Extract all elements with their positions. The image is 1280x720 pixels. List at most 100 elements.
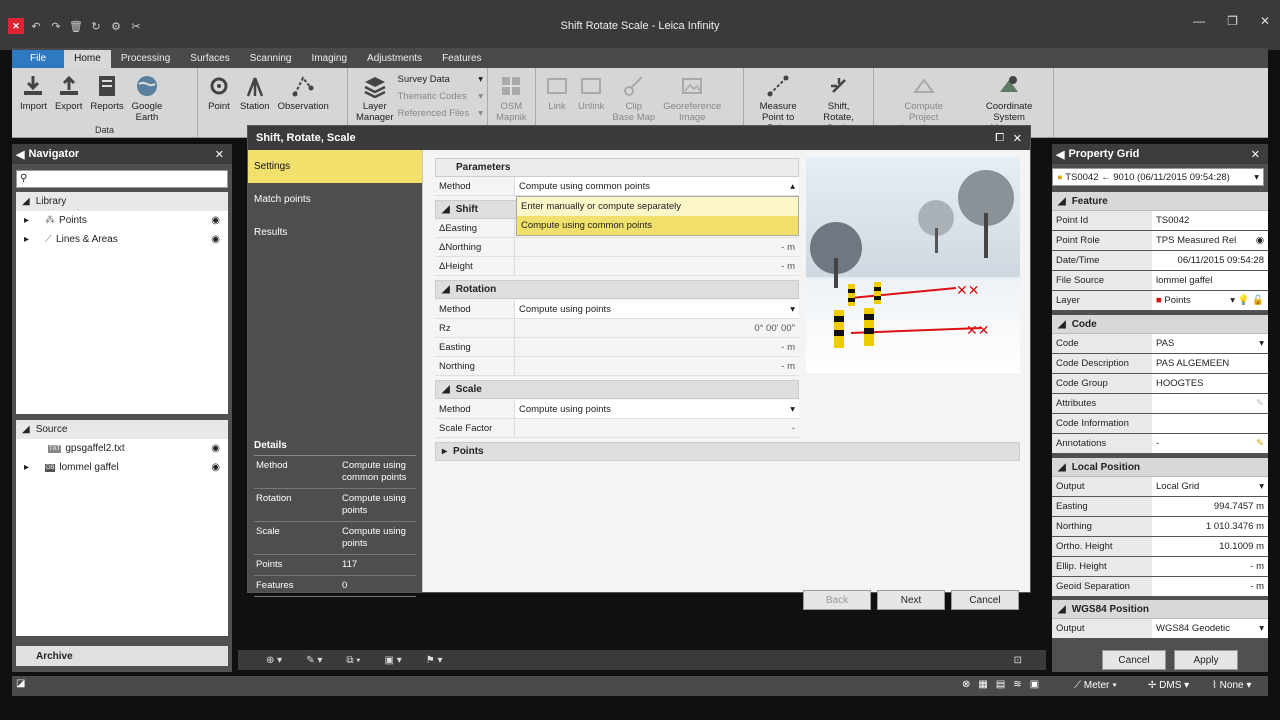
tab-surfaces[interactable]: Surfaces <box>180 50 239 68</box>
step-match-points[interactable]: Match points <box>248 183 422 216</box>
chevron-down-icon: ▾ <box>1259 481 1264 492</box>
redo-icon[interactable]: ↷ <box>48 18 64 34</box>
layers-icon[interactable]: ≋ <box>1013 679 1021 690</box>
tab-scanning[interactable]: Scanning <box>240 50 302 68</box>
tab-processing[interactable]: Processing <box>111 50 180 68</box>
prop-row: Point Role TPS Measured Rel ◉ <box>1052 231 1268 251</box>
parameters-section: Parameters <box>435 158 799 177</box>
rotation-section[interactable]: ◢ Rotation <box>435 280 799 299</box>
step-settings[interactable]: Settings <box>248 150 422 183</box>
globe-tool-icon[interactable]: ⊕ ▾ <box>266 655 282 666</box>
tools-icon[interactable]: ✂ <box>128 18 144 34</box>
scale-method-row: Method Compute using points ▾ <box>435 400 799 419</box>
tab-file[interactable]: File <box>12 50 65 68</box>
library-item-points[interactable]: ▸ ⁂ Points ◉ <box>16 211 228 230</box>
restore-icon[interactable]: ⧠ <box>995 132 1004 145</box>
rotation-method-select[interactable]: Compute using points ▾ <box>515 300 799 318</box>
feature-section-header[interactable]: ◢ Feature <box>1052 192 1268 211</box>
close-icon[interactable]: ✕ <box>1260 14 1270 28</box>
archive-section[interactable]: Archive <box>16 646 228 666</box>
survey-poles-illustration: ✕✕ ✕✕ <box>810 170 1014 348</box>
angle-unit-selector[interactable]: ✢ DMS ▾ <box>1148 680 1189 691</box>
collapse-arrow-icon: ◢ <box>22 424 30 435</box>
navigator-search-input[interactable]: ⚲ <box>16 170 228 188</box>
expand-arrow-icon: ▸ <box>24 234 30 245</box>
detail-row: Scale Compute using points <box>254 522 416 555</box>
frame-icon[interactable]: ▣ <box>1030 679 1039 690</box>
unit-selector[interactable]: ⟋ Meter ▾ <box>1074 680 1117 691</box>
method-select[interactable]: Compute using common points ▴ <box>515 177 799 195</box>
table-icon[interactable]: ▤ <box>996 679 1005 690</box>
close-panel-icon[interactable]: ✕ <box>215 148 224 161</box>
thematic-codes-dropdown[interactable]: Thematic Codes ▾ <box>398 91 484 102</box>
next-button[interactable]: Next <box>877 590 945 610</box>
lock-icon[interactable]: 🔓 <box>1252 295 1264 306</box>
source-item-gpsgaffel2[interactable]: TXT gpsgaffel2.txt ◉ <box>16 439 228 458</box>
visibility-eye-icon[interactable]: ◉ <box>211 462 220 473</box>
fit-view-icon[interactable]: ⊡ <box>1014 655 1022 666</box>
chevron-down-icon: ▾ <box>790 403 795 415</box>
chevron-up-icon: ▴ <box>790 180 795 192</box>
survey-data-dropdown[interactable]: Survey Data ▾ <box>398 74 484 85</box>
property-grid-panel: ◀ Property Grid ✕ ● TS0042 ← 9010 (06/11… <box>1052 144 1268 672</box>
library-header[interactable]: ◢ Library <box>16 192 228 211</box>
step-results[interactable]: Results <box>248 216 422 249</box>
feature-section: ◢ Feature Point Id TS0042 Point Role TPS Me… <box>1052 192 1268 311</box>
shift-height-row: ΔHeight - m <box>435 257 799 276</box>
cancel-button[interactable]: Cancel <box>951 590 1019 610</box>
layers-tool-icon[interactable]: ⧉ ▾ <box>346 655 360 666</box>
option-common-points[interactable]: Compute using common points <box>517 216 798 235</box>
back-button[interactable]: Back <box>803 590 871 610</box>
settings-icon[interactable]: ⚙ <box>108 18 124 34</box>
source-header[interactable]: ◢ Source <box>16 420 228 439</box>
referenced-files-dropdown[interactable]: Referenced Files ▾ <box>398 108 484 119</box>
cube-tool-icon[interactable]: ▣ ▾ <box>385 655 402 666</box>
library-item-lines-areas[interactable]: ▸ ⟋ Lines & Areas ◉ <box>16 230 228 249</box>
lightbulb-icon[interactable]: 💡 <box>1238 295 1250 306</box>
grid-icon[interactable]: ▦ <box>978 679 987 690</box>
observation-icon <box>290 73 316 99</box>
filter-tool-icon[interactable]: ⚑ ▾ <box>426 655 443 666</box>
local-position-header[interactable]: ◢ Local Position <box>1052 458 1268 477</box>
shift-rotate-scale-dialog: Shift, Rotate, Scale ⧠ ✕ Settings Match … <box>247 125 1031 610</box>
point-button[interactable]: Point <box>202 70 236 135</box>
wgs84-header[interactable]: ◢ WGS84 Position <box>1052 600 1268 619</box>
points-section[interactable]: ▸ Points <box>435 442 1020 461</box>
window-controls: — ❐ ✕ <box>1193 14 1270 28</box>
collapse-icon[interactable]: ◀ <box>1056 148 1064 161</box>
close-icon[interactable]: ✕ <box>1013 132 1022 145</box>
scale-section[interactable]: ◢ Scale <box>435 380 799 399</box>
visibility-eye-icon[interactable]: ◉ <box>211 234 220 245</box>
visibility-eye-icon[interactable]: ◉ <box>211 215 220 226</box>
ribbon-tabs: File Home Processing Surfaces Scanning I… <box>12 48 1268 68</box>
tab-home[interactable]: Home <box>64 50 111 68</box>
chevron-down-icon: ▾ <box>790 303 795 315</box>
edit-pencil-icon[interactable]: ✎ <box>1256 398 1264 409</box>
expand-arrow-icon: ▸ <box>24 215 30 226</box>
visibility-eye-icon[interactable]: ◉ <box>211 443 220 454</box>
close-panel-icon[interactable]: ✕ <box>1251 148 1260 161</box>
scale-method-select[interactable]: Compute using points ▾ <box>515 400 799 418</box>
edit-pencil-icon[interactable]: ✎ <box>1256 438 1264 449</box>
draw-tool-icon[interactable]: ✎ ▾ <box>306 655 322 666</box>
tab-imaging[interactable]: Imaging <box>301 50 357 68</box>
undo-icon[interactable]: ↶ <box>28 18 44 34</box>
collapse-arrow-icon: ◢ <box>1058 603 1066 615</box>
refresh-icon[interactable]: ↻ <box>88 18 104 34</box>
option-enter-manually[interactable]: Enter manually or compute separately <box>517 197 798 216</box>
snap-icon[interactable]: ⊗ <box>962 679 970 690</box>
collapse-icon[interactable]: ◀ <box>16 148 24 161</box>
maximize-icon[interactable]: ❐ <box>1227 14 1238 28</box>
property-cancel-button[interactable]: Cancel <box>1102 650 1166 670</box>
source-item-lommel-gaffel[interactable]: ▸ DB lommel gaffel ◉ <box>16 458 228 477</box>
feature-selector[interactable]: ● TS0042 ← 9010 (06/11/2015 09:54:28) ▾ <box>1052 168 1264 186</box>
details-panel: Details Method Compute using common point… <box>254 440 416 597</box>
snap-selector[interactable]: ⌇ None ▾ <box>1212 680 1251 691</box>
property-apply-button[interactable]: Apply <box>1174 650 1238 670</box>
tab-adjustments[interactable]: Adjustments <box>357 50 432 68</box>
code-section-header[interactable]: ◢ Code <box>1052 315 1268 334</box>
settings-icon[interactable]: ◉ <box>1256 235 1264 246</box>
delete-icon[interactable]: 🗑 <box>68 18 84 34</box>
tab-features[interactable]: Features <box>432 50 491 68</box>
minimize-icon[interactable]: — <box>1193 14 1205 28</box>
